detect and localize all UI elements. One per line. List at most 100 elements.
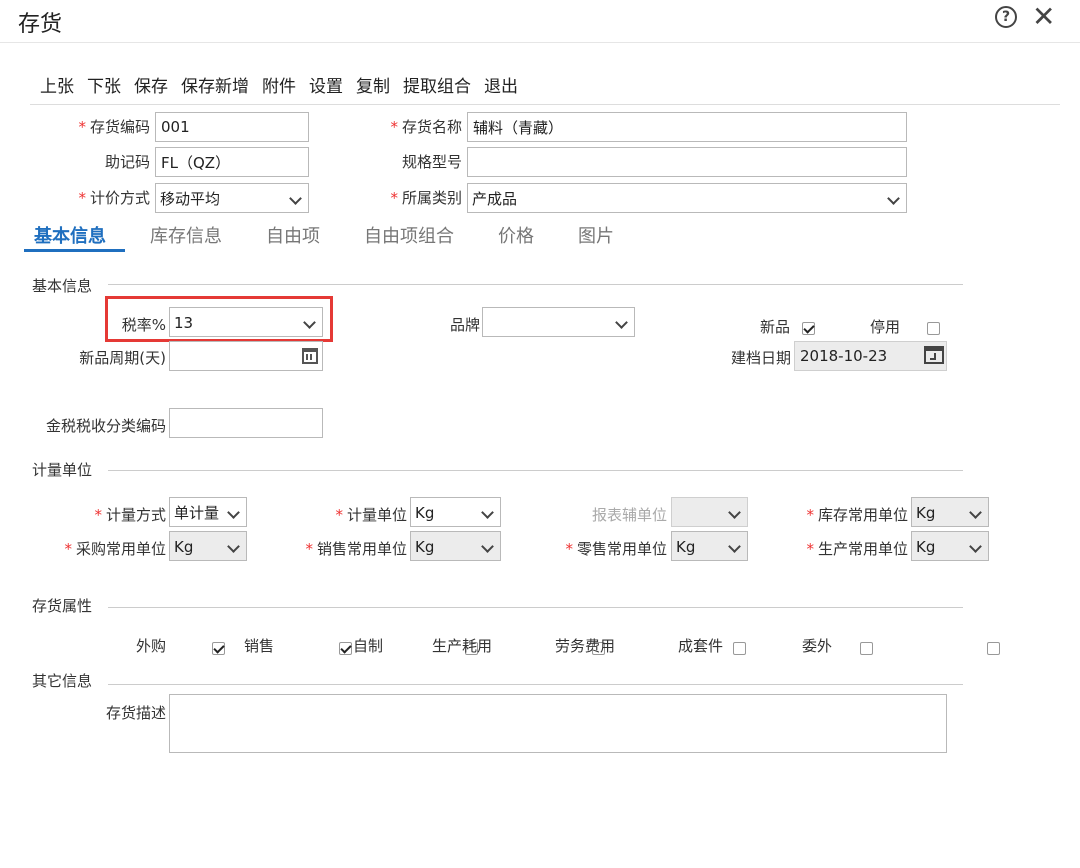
stock-unit-value: Kg	[916, 504, 936, 522]
unit-value: Kg	[415, 504, 435, 522]
unit-method-label: * 计量方式	[94, 506, 166, 524]
attr-kit-label: 成套件	[677, 637, 723, 655]
settings-button[interactable]: 设置	[309, 72, 343, 97]
highlight-box	[105, 296, 333, 342]
section-title-basic: 基本信息	[32, 277, 93, 295]
purchase-unit-label: * 采购常用单位	[64, 540, 166, 558]
brand-select[interactable]	[482, 307, 635, 337]
retail-unit-select[interactable]: Kg	[671, 531, 748, 561]
chevron-down-icon	[227, 506, 240, 519]
chevron-down-icon	[481, 540, 494, 553]
attr-purchased-label: 外购	[135, 637, 166, 655]
unit-method-value: 单计量	[174, 504, 220, 522]
attachment-button[interactable]: 附件	[262, 72, 296, 97]
valuation-label: * 计价方式	[78, 189, 150, 207]
stock-unit-label: * 库存常用单位	[806, 506, 908, 524]
code-input[interactable]	[155, 112, 309, 142]
attr-service-fee-label: 劳务费用	[554, 637, 615, 655]
sales-unit-value: Kg	[415, 538, 435, 556]
section-title-units: 计量单位	[32, 461, 93, 479]
attr-sales-label: 销售	[243, 637, 274, 655]
chevron-down-icon	[887, 192, 900, 205]
spec-input[interactable]	[467, 147, 907, 177]
section-divider	[108, 684, 963, 685]
calculator-icon[interactable]	[302, 348, 318, 364]
new-period-input[interactable]	[169, 341, 323, 371]
new-product-checkbox[interactable]	[802, 322, 815, 335]
attr-outsourced-label: 委外	[801, 637, 832, 655]
sales-unit-label: * 销售常用单位	[305, 540, 407, 558]
next-button[interactable]: 下张	[87, 72, 121, 97]
attr-purchased-checkbox[interactable]	[212, 642, 226, 655]
unit-method-select[interactable]: 单计量	[169, 497, 247, 527]
report-unit-select[interactable]	[671, 497, 748, 527]
help-icon[interactable]: ?	[995, 6, 1017, 28]
production-unit-value: Kg	[916, 538, 936, 556]
purchase-unit-select[interactable]: Kg	[169, 531, 247, 561]
section-title-attributes: 存货属性	[32, 597, 93, 615]
spec-label: 规格型号	[401, 153, 462, 171]
section-divider	[108, 470, 963, 471]
save-and-new-button[interactable]: 保存新增	[181, 72, 249, 97]
chevron-down-icon	[227, 540, 240, 553]
description-textarea[interactable]	[169, 694, 947, 753]
unit-select[interactable]: Kg	[410, 497, 501, 527]
chevron-down-icon	[289, 192, 302, 205]
save-button[interactable]: 保存	[134, 72, 168, 97]
retail-unit-value: Kg	[676, 538, 696, 556]
category-select[interactable]: 产成品	[467, 183, 907, 213]
attr-self-made-label: 自制	[352, 637, 383, 655]
unit-label: * 计量单位	[335, 506, 407, 524]
stock-unit-select[interactable]: Kg	[911, 497, 989, 527]
tax-class-label: 金税税收分类编码	[45, 417, 166, 435]
copy-button[interactable]: 复制	[356, 72, 390, 97]
extract-combo-button[interactable]: 提取组合	[403, 72, 471, 97]
category-label: * 所属类别	[390, 189, 462, 207]
disabled-checkbox[interactable]	[927, 322, 941, 335]
brand-label: 品牌	[449, 316, 480, 334]
attr-service-fee-checkbox[interactable]	[732, 642, 746, 655]
titlebar-divider	[0, 42, 1080, 43]
active-tab-indicator	[24, 249, 125, 252]
exit-button[interactable]: 退出	[484, 72, 518, 97]
code-label: * 存货编码	[78, 118, 150, 136]
valuation-select[interactable]: 移动平均	[155, 183, 309, 213]
section-divider	[108, 284, 963, 285]
new-product-label: 新品	[759, 318, 790, 336]
purchase-unit-value: Kg	[174, 538, 194, 556]
toolbar-divider	[30, 104, 1060, 105]
chevron-down-icon	[728, 506, 741, 519]
created-date-label: 建档日期	[730, 349, 791, 367]
chevron-down-icon	[481, 506, 494, 519]
valuation-value: 移动平均	[160, 190, 221, 208]
mnemonic-label: 助记码	[104, 153, 150, 171]
sales-unit-select[interactable]: Kg	[410, 531, 501, 561]
production-unit-select[interactable]: Kg	[911, 531, 989, 561]
new-period-label: 新品周期(天)	[79, 349, 166, 367]
attr-production-use-label: 生产耗用	[431, 637, 492, 655]
production-unit-label: * 生产常用单位	[806, 540, 908, 558]
section-divider	[108, 607, 963, 608]
attr-kit-checkbox[interactable]	[859, 642, 873, 655]
close-icon[interactable]: ✕	[1032, 2, 1055, 32]
tab-price[interactable]: 价格	[498, 222, 534, 248]
toolbar: 上张 下张 保存 保存新增 附件 设置 复制 提取组合 退出	[40, 72, 531, 97]
tab-stock-info[interactable]: 库存信息	[150, 222, 222, 248]
name-label: * 存货名称	[390, 118, 462, 136]
chevron-down-icon	[728, 540, 741, 553]
tab-free-items[interactable]: 自由项	[266, 222, 320, 248]
chevron-down-icon	[615, 316, 628, 329]
tax-class-input[interactable]	[169, 408, 323, 438]
tab-image[interactable]: 图片	[578, 222, 614, 248]
name-input[interactable]	[467, 112, 907, 142]
calendar-icon[interactable]	[924, 346, 944, 364]
prev-button[interactable]: 上张	[40, 72, 74, 97]
tab-basic-info[interactable]: 基本信息	[34, 222, 106, 248]
mnemonic-input[interactable]	[155, 147, 309, 177]
chevron-down-icon	[969, 540, 982, 553]
tab-bar: 基本信息 库存信息 自由项 自由项组合 价格 图片	[34, 222, 658, 248]
tab-free-item-combo[interactable]: 自由项组合	[364, 222, 454, 248]
chevron-down-icon	[969, 506, 982, 519]
report-unit-label: 报表辅单位	[591, 506, 667, 524]
attr-outsourced-checkbox[interactable]	[986, 642, 1000, 655]
